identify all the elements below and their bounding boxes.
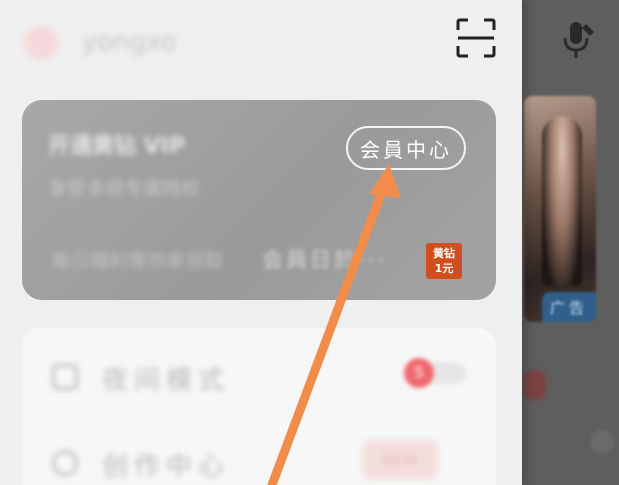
ad-image xyxy=(542,116,582,286)
night-mode-toggle[interactable]: S xyxy=(404,358,466,388)
menu-item-label: 创作中心 xyxy=(102,452,231,482)
vip-subtitle: 享受多项专属特权 xyxy=(48,178,201,200)
ad-badge: 广告 xyxy=(542,292,596,322)
member-day-label[interactable]: 会員日於··· xyxy=(262,244,387,274)
vip-bottom-text: 每日福利等你来领取 xyxy=(52,250,224,272)
background-bottom-icons xyxy=(520,360,619,470)
username[interactable]: yongxo xyxy=(82,24,177,60)
side-drawer: yongxo 开通黄钻 VIP 享受多项专属特权 会員中心 每日福利等你来领取 … xyxy=(0,0,522,485)
vip-title: 开通黄钻 VIP xyxy=(48,134,185,159)
promo-badge[interactable]: 黄钻 1元 xyxy=(426,243,462,279)
advertisement-card[interactable]: 广告 xyxy=(524,96,596,322)
scan-icon[interactable] xyxy=(454,16,498,60)
microphone-icon xyxy=(563,22,594,58)
member-center-button[interactable]: 会員中心 xyxy=(346,126,466,170)
new-tag: NEW xyxy=(362,440,438,480)
toggle-knob: S xyxy=(404,358,434,388)
edit-icon xyxy=(52,450,78,476)
menu-item-label: 夜间模式 xyxy=(102,366,231,396)
avatar[interactable] xyxy=(24,26,58,60)
promo-badge-line1: 黄钻 xyxy=(433,247,455,260)
promo-badge-line2: 1元 xyxy=(434,262,454,275)
moon-icon xyxy=(52,364,78,390)
